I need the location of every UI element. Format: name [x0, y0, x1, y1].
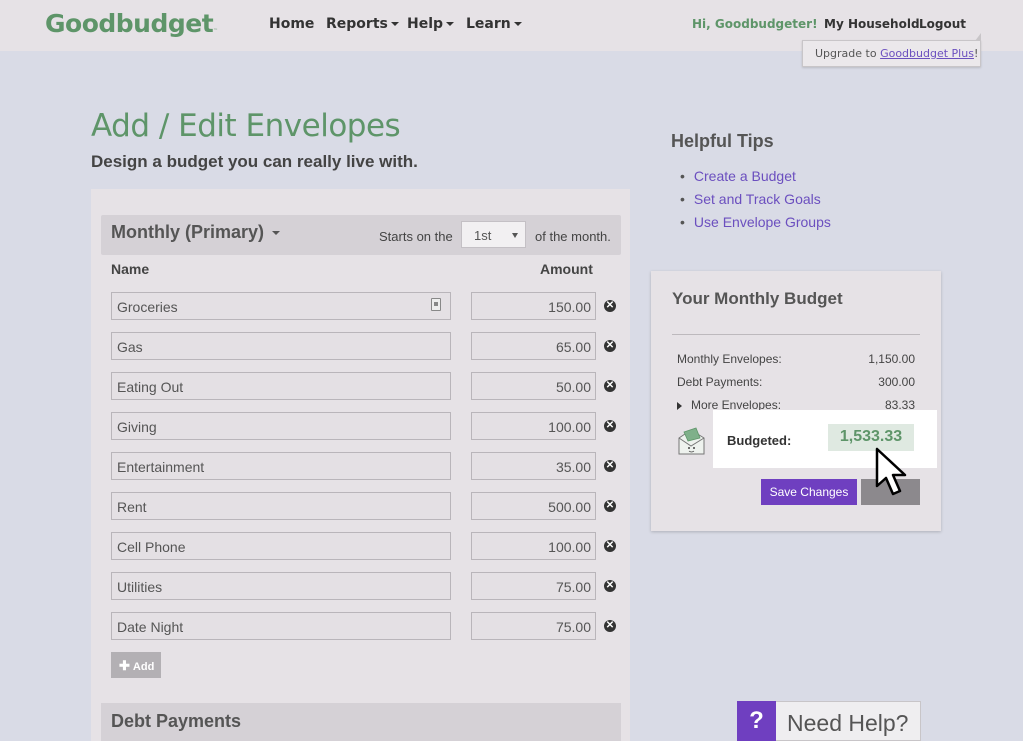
nav-help[interactable]: Help [407, 16, 455, 32]
period-dropdown[interactable]: Monthly (Primary) [111, 222, 281, 243]
start-day-value: 1st [474, 228, 492, 243]
remove-envelope-icon[interactable]: ✕ [604, 620, 616, 632]
nav-learn[interactable]: Learn [466, 16, 522, 32]
envelope-amount-input[interactable]: 100.00 [471, 412, 596, 440]
envelope-amount-input[interactable]: 75.00 [471, 572, 596, 600]
tip-link[interactable]: Set and Track Goals [680, 191, 821, 207]
envelope-name-input[interactable]: Groceries [111, 292, 451, 320]
envelope-name-input[interactable]: Gas [111, 332, 451, 360]
tip-link[interactable]: Use Envelope Groups [680, 214, 831, 230]
upgrade-tooltip: Upgrade to Goodbudget Plus! [802, 33, 981, 67]
nav-reports-label: Reports [326, 16, 388, 32]
goodbudget-logo[interactable]: Goodbudget™ [45, 9, 218, 38]
select-arrow-icon [512, 233, 518, 238]
nav-home-label: Home [269, 16, 315, 32]
mouse-pointer-icon [875, 447, 907, 496]
remove-envelope-icon[interactable]: ✕ [604, 460, 616, 472]
envelope-amount-input[interactable]: 75.00 [471, 612, 596, 640]
budget-row-value: 1,150.00 [868, 352, 915, 366]
contact-card-icon [431, 298, 441, 311]
envelope-name-input[interactable]: Eating Out [111, 372, 451, 400]
chevron-down-icon [390, 22, 399, 26]
envelope-amount-input[interactable]: 50.00 [471, 372, 596, 400]
envelope-name-input[interactable]: Cell Phone [111, 532, 451, 560]
helpful-tips-title: Helpful Tips [671, 131, 774, 151]
add-label: Add [132, 661, 155, 673]
envelope-amount-input[interactable]: 150.00 [471, 292, 596, 320]
remove-envelope-icon[interactable]: ✕ [604, 340, 616, 352]
need-help-label: Need Help? [787, 710, 909, 736]
add-envelope-button[interactable]: ✚ Add [111, 652, 161, 678]
chevron-down-icon [513, 22, 522, 26]
period-label: Monthly (Primary) [111, 222, 265, 242]
upgrade-prefix: Upgrade to [815, 47, 881, 60]
upgrade-link[interactable]: Goodbudget Plus [880, 47, 974, 60]
tip-link[interactable]: Create a Budget [680, 168, 796, 184]
remove-envelope-icon[interactable]: ✕ [604, 500, 616, 512]
starts-on-label: Starts on the [379, 229, 453, 244]
envelope-amount-input[interactable]: 500.00 [471, 492, 596, 520]
upgrade-suffix: ! [973, 47, 979, 60]
nav-home[interactable]: Home [269, 16, 314, 32]
envelope-name-input[interactable]: Rent [111, 492, 451, 520]
budget-row-label: Monthly Envelopes: [677, 352, 782, 366]
tooltip-notch [975, 33, 981, 41]
question-icon: ? [737, 701, 776, 741]
expand-triangle-icon [677, 401, 682, 410]
debt-payments-title: Debt Payments [111, 711, 242, 731]
nav-reports[interactable]: Reports [326, 16, 399, 32]
envelope-amount-input[interactable]: 100.00 [471, 532, 596, 560]
divider [672, 334, 920, 335]
envelope-amount-input[interactable]: 65.00 [471, 332, 596, 360]
of-month-label: of the month. [535, 229, 611, 244]
remove-envelope-icon[interactable]: ✕ [604, 540, 616, 552]
budget-row-value: 300.00 [878, 375, 915, 389]
envelope-name-input[interactable]: Utilities [111, 572, 451, 600]
budget-row-label: Debt Payments: [677, 375, 763, 389]
envelope-money-icon [678, 427, 705, 455]
page-subtitle: Design a budget you can really live with… [91, 152, 418, 171]
chevron-down-icon [272, 231, 281, 236]
envelope-name-input[interactable]: Giving [111, 412, 451, 440]
remove-envelope-icon[interactable]: ✕ [604, 580, 616, 592]
chevron-down-icon [446, 22, 455, 26]
monthly-budget-title: Your Monthly Budget [672, 289, 843, 308]
envelope-name-input[interactable]: Date Night [111, 612, 451, 640]
remove-envelope-icon[interactable]: ✕ [604, 380, 616, 392]
envelope-amount-input[interactable]: 35.00 [471, 452, 596, 480]
page-title: Add / Edit Envelopes [91, 108, 401, 144]
my-household-link[interactable]: My Household [824, 17, 920, 31]
column-header-name: Name [111, 261, 150, 277]
remove-envelope-icon[interactable]: ✕ [604, 420, 616, 432]
logout-link[interactable]: Logout [919, 17, 966, 31]
plus-icon: ✚ [119, 658, 130, 673]
nav-learn-label: Learn [466, 16, 511, 32]
remove-envelope-icon[interactable]: ✕ [604, 300, 616, 312]
start-day-select[interactable]: 1st [461, 221, 526, 248]
save-changes-button[interactable]: Save Changes [761, 479, 857, 505]
column-header-amount: Amount [540, 261, 593, 277]
user-greeting: Hi, Goodbudgeter! [692, 17, 818, 31]
envelope-name-input[interactable]: Entertainment [111, 452, 451, 480]
budgeted-label: Budgeted: [727, 433, 792, 448]
logo-text: Goodbudget [45, 9, 214, 38]
nav-help-label: Help [407, 16, 444, 32]
logo-trademark: ™ [213, 28, 218, 34]
